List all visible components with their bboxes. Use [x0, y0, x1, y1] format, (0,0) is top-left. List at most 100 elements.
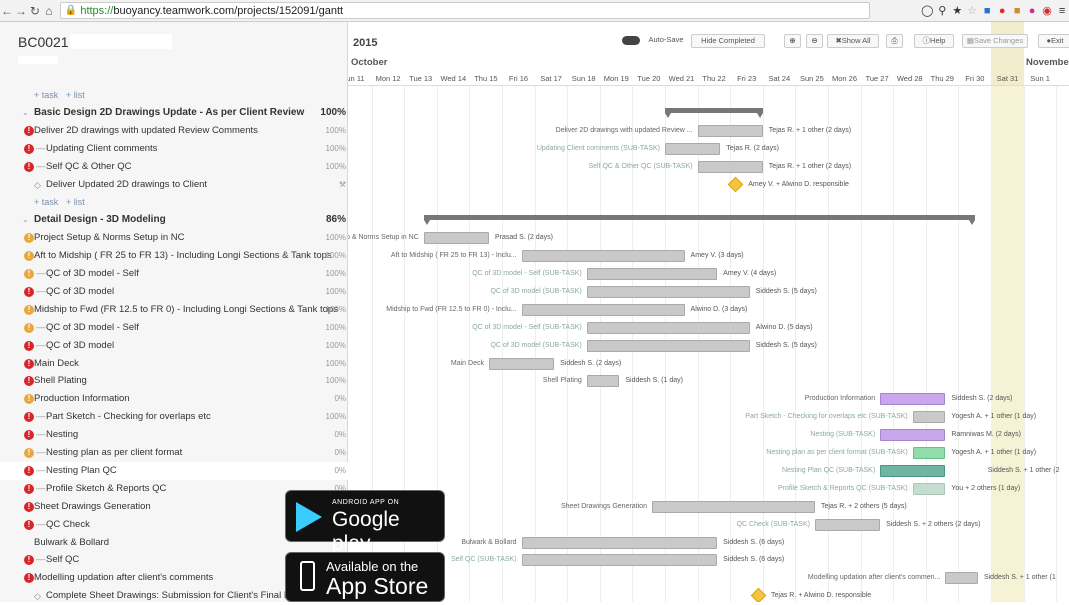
subtask-dash: —: [36, 285, 46, 297]
hide-completed-button[interactable]: Hide Completed: [691, 34, 765, 48]
day-label: Wed 14: [440, 74, 467, 83]
add-task-list-links[interactable]: + task + list: [0, 193, 348, 211]
task-row[interactable]: ! — Updating Client comments 100%: [0, 140, 348, 158]
task-bar[interactable]: [521, 536, 718, 549]
bar-task-label: Aft to Midship ( FR 25 to FR 13) - Inclu…: [390, 252, 517, 260]
task-row[interactable]: ! — QC of 3D model - Self 100%: [0, 265, 348, 283]
milestone-title: Deliver Updated 2D drawings to Client: [46, 178, 208, 190]
tasklist-section[interactable]: ⌄ Detail Design - 3D Modeling 86%: [0, 211, 348, 229]
priority-high-icon: !: [24, 412, 34, 423]
task-bar[interactable]: [945, 572, 978, 585]
today-column: [991, 86, 1024, 602]
bookmark-star-icon[interactable]: ☆: [965, 4, 979, 17]
task-row[interactable]: ! — Nesting 0%: [0, 426, 348, 444]
url-bar[interactable]: 🔒 https:// buoyancy.teamwork.com/project…: [59, 2, 871, 19]
task-bar[interactable]: [488, 357, 555, 370]
extension-blue-icon[interactable]: ■: [980, 5, 994, 17]
task-bar[interactable]: [586, 285, 750, 298]
task-bar[interactable]: [586, 375, 620, 388]
task-row[interactable]: ! Deliver 2D drawings with updated Review…: [0, 122, 348, 140]
task-progress: 0%: [334, 394, 346, 404]
print-icon[interactable]: ⎙: [886, 34, 903, 48]
day-label: Sun 1: [1030, 74, 1050, 83]
task-bar[interactable]: [880, 464, 946, 477]
autosave-label[interactable]: Auto-Save: [618, 34, 688, 48]
task-bar[interactable]: [912, 411, 946, 424]
task-row[interactable]: ! — QC of 3D model - Self 100%: [0, 319, 348, 337]
day-label: Fri 23: [737, 74, 757, 83]
zoom-in-icon[interactable]: ⊕: [784, 34, 801, 48]
task-bar[interactable]: [586, 321, 750, 334]
search-icon[interactable]: ⚲: [935, 4, 949, 17]
zoom-out-icon[interactable]: ⊖: [806, 34, 823, 48]
task-row[interactable]: ! Production Information 0%: [0, 390, 348, 408]
task-row[interactable]: ! — Nesting plan as per client format 0%: [0, 444, 348, 462]
home-icon[interactable]: ⌂: [42, 4, 56, 18]
google-play-badge[interactable]: ANDROID APP ON Google play: [285, 490, 445, 555]
task-bar[interactable]: [880, 429, 946, 442]
task-bar[interactable]: [697, 160, 763, 173]
task-row[interactable]: ! Shell Plating 100%: [0, 372, 348, 390]
extension-icon[interactable]: ★: [950, 4, 964, 17]
task-row[interactable]: ! — QC of 3D model 100%: [0, 337, 348, 355]
task-row[interactable]: ! Main Deck 100%: [0, 355, 348, 373]
forward-icon[interactable]: →: [14, 4, 28, 18]
add-list-link[interactable]: + list: [66, 193, 85, 211]
bar-assignee-label: Siddesh S. (5 days): [755, 287, 817, 295]
extension-orange-icon[interactable]: ■: [1010, 5, 1024, 17]
task-bar[interactable]: [586, 268, 718, 280]
task-bar[interactable]: [521, 303, 685, 316]
task-bar[interactable]: [814, 518, 881, 531]
task-row[interactable]: ! — Nesting Plan QC 0%: [0, 461, 348, 480]
extension-badge-icon[interactable]: ◉: [1040, 4, 1054, 17]
phone-icon: [300, 561, 315, 591]
save-changes-button[interactable]: ▦Save Changes: [962, 34, 1028, 48]
task-bar[interactable]: [665, 142, 721, 155]
task-row[interactable]: ! — QC of 3D model 100%: [0, 283, 348, 301]
shield-icon[interactable]: ◯: [920, 4, 934, 17]
task-bar[interactable]: [586, 339, 750, 352]
grid-line: [469, 86, 471, 602]
extension-pink-icon[interactable]: ●: [1025, 5, 1039, 17]
summary-bar[interactable]: [665, 107, 763, 113]
tasklist-section[interactable]: ⌄ Basic Design 2D Drawings Update - As pe…: [0, 104, 348, 122]
milestone-icon: ◇: [34, 179, 41, 190]
task-row[interactable]: ! — Part Sketch - Checking for overlaps et…: [0, 408, 348, 426]
help-button[interactable]: ⓘHelp: [914, 34, 954, 48]
task-row[interactable]: ! Aft to Midship ( FR 25 to FR 13) - Incl…: [0, 247, 348, 265]
app-store-badge[interactable]: Available on the App Store: [285, 552, 445, 602]
subtask-dash: —: [36, 339, 46, 351]
back-icon[interactable]: ←: [0, 4, 14, 18]
task-progress: 100%: [325, 269, 346, 278]
chevron-down-icon[interactable]: ⌄: [22, 104, 29, 122]
bar-task-label: etup & Norms Setup in NC: [348, 234, 419, 242]
task-bar[interactable]: [651, 500, 815, 513]
add-list-link[interactable]: + list: [66, 86, 85, 104]
milestone-marker[interactable]: [750, 587, 767, 602]
show-all-button[interactable]: ✖Show All: [827, 34, 879, 48]
menu-icon[interactable]: ≡: [1055, 5, 1069, 17]
milestone-row[interactable]: ◇ Deliver Updated 2D drawings to Client ⚒: [0, 176, 348, 194]
task-bar[interactable]: [521, 250, 685, 263]
chevron-down-icon[interactable]: ⌄: [22, 211, 29, 229]
extension-red-icon[interactable]: ●: [995, 5, 1009, 17]
reload-icon[interactable]: ↻: [28, 4, 42, 18]
task-bar[interactable]: [697, 124, 763, 137]
summary-bar[interactable]: [423, 215, 975, 221]
add-task-list-links[interactable]: + task + list: [0, 86, 348, 104]
task-bar[interactable]: [912, 482, 946, 495]
task-bar[interactable]: [423, 232, 489, 245]
add-task-link[interactable]: + task: [34, 193, 58, 211]
add-task-link[interactable]: + task: [34, 86, 58, 104]
task-bar[interactable]: [880, 393, 946, 406]
priority-high-icon: !: [24, 358, 34, 369]
bar-assignee-label: Tejas R. (2 days): [726, 144, 779, 152]
task-bar[interactable]: [912, 447, 946, 459]
task-row[interactable]: ! Midship to Fwd (FR 12.5 to FR 0) - Incl…: [0, 301, 348, 319]
task-title: QC of 3D model: [46, 339, 115, 351]
task-bar[interactable]: [521, 554, 718, 567]
exit-button[interactable]: ●Exit: [1038, 34, 1069, 48]
task-row[interactable]: ! — Self QC & Other QC 100%: [0, 158, 348, 176]
task-progress: 100%: [325, 340, 346, 350]
task-row[interactable]: ! Project Setup & Norms Setup in NC 100%: [0, 229, 348, 247]
